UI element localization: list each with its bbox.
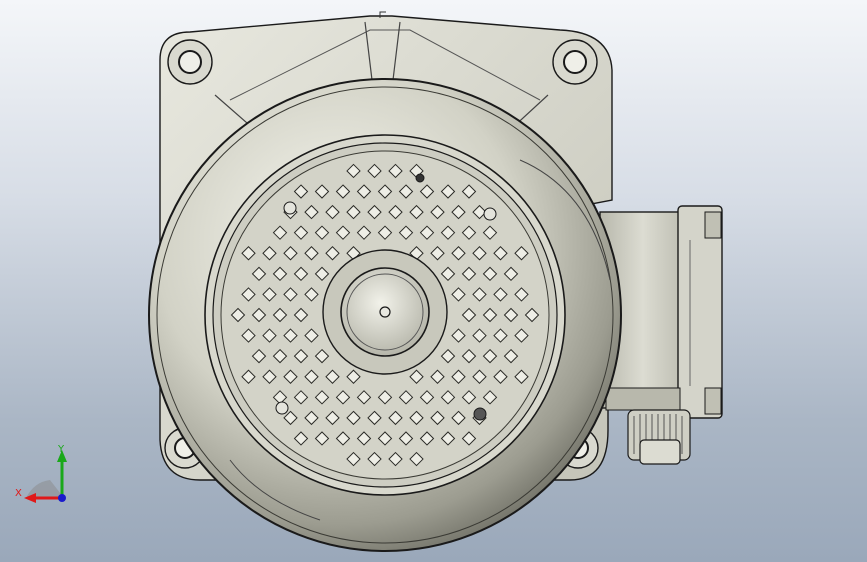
fan-hub[interactable] bbox=[322, 249, 448, 375]
motor-model[interactable] bbox=[0, 0, 867, 562]
cable-gland[interactable] bbox=[627, 409, 691, 465]
x-axis-label: X bbox=[15, 488, 22, 499]
bolt-hole-top-right bbox=[552, 39, 598, 85]
y-axis-label: Y bbox=[57, 444, 65, 455]
graphics-viewport[interactable]: Y X bbox=[0, 0, 867, 562]
z-axis-dot bbox=[58, 494, 66, 502]
coordinate-triad: Y X bbox=[15, 444, 67, 503]
bolt-hole-top-left bbox=[167, 39, 213, 85]
